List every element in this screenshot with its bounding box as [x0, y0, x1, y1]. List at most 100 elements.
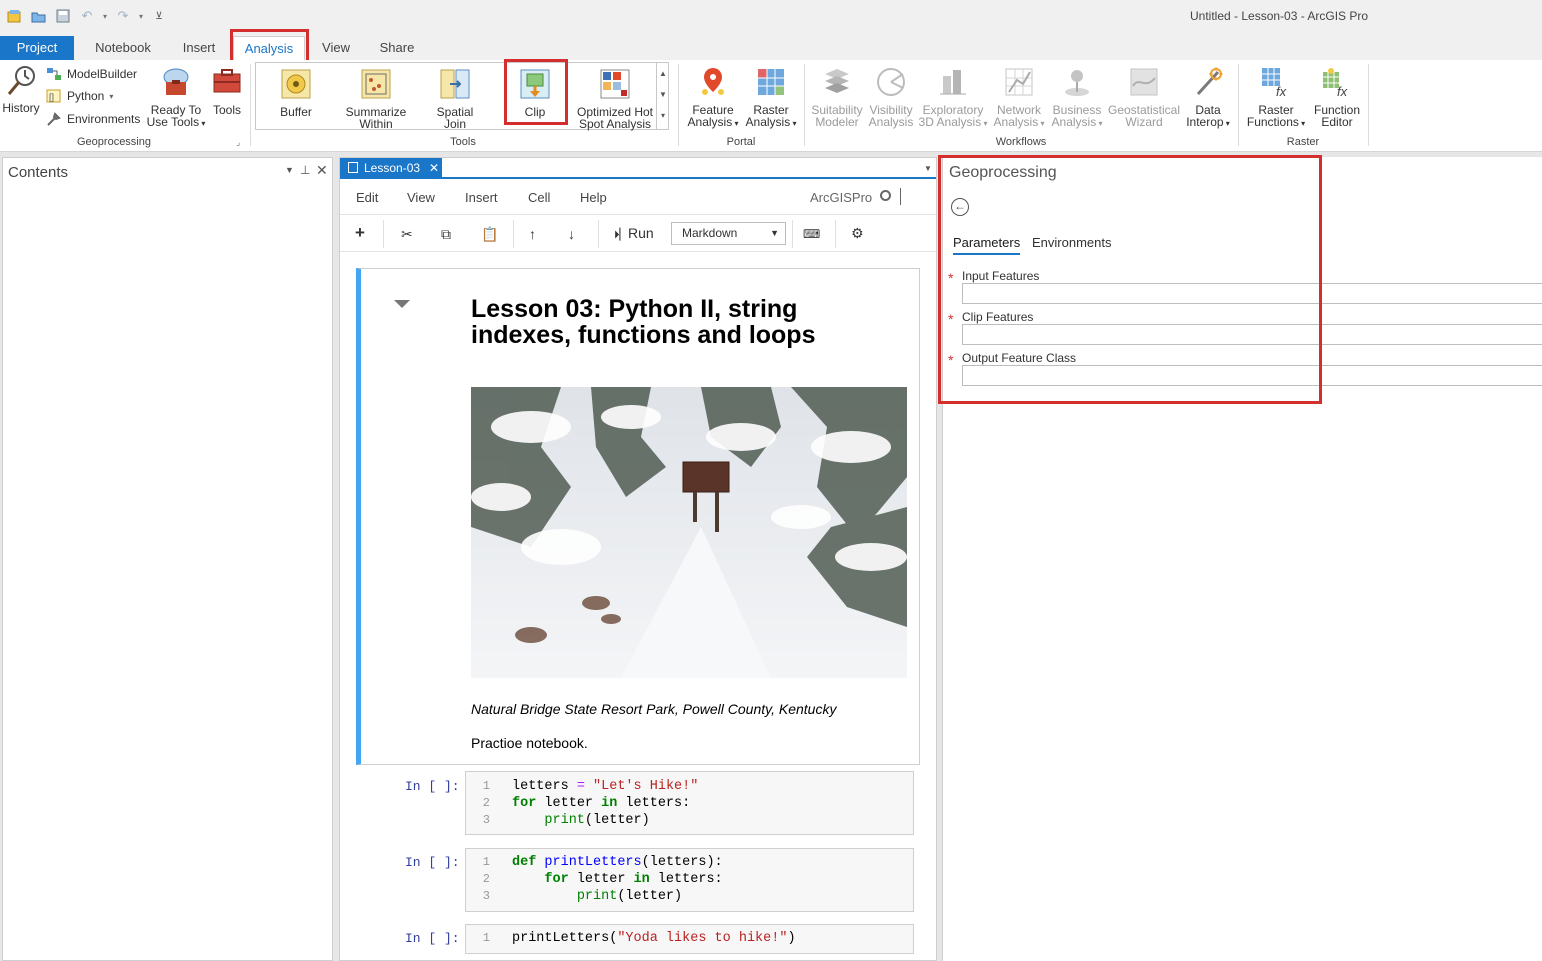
- raster-analysis-icon: [758, 69, 784, 95]
- geoprocessing-title: Geoprocessing: [949, 164, 1057, 181]
- chevron-down-icon: ▾: [981, 119, 988, 128]
- close-tab-icon[interactable]: ✕: [429, 161, 439, 175]
- network-analysis-button[interactable]: Network Analysis ▾: [990, 66, 1048, 130]
- clip-button[interactable]: Clip: [514, 68, 556, 118]
- paste-icon[interactable]: 📋: [481, 226, 498, 243]
- notebook-tab[interactable]: Lesson-03 ✕: [340, 158, 442, 178]
- close-icon[interactable]: ✕: [316, 162, 328, 179]
- practice-text: Practioe notebook.: [471, 735, 588, 751]
- ribbon-tab-bar: [0, 34, 1542, 60]
- tab-analysis[interactable]: Analysis: [233, 36, 305, 60]
- contents-title: Contents: [8, 164, 69, 181]
- tab-insert[interactable]: Insert: [170, 36, 228, 60]
- tab-parameters[interactable]: Parameters: [953, 235, 1021, 255]
- pin-icon[interactable]: ⊥: [300, 163, 310, 177]
- chevron-down-icon: ▾: [1038, 119, 1045, 128]
- new-project-icon[interactable]: [6, 8, 24, 24]
- function-editor-button[interactable]: fx Function Editor: [1310, 66, 1364, 128]
- cell-prompt: In [ ]:: [405, 855, 460, 870]
- settings-icon[interactable]: ⚙: [851, 225, 864, 242]
- toolbar-separator: [598, 220, 599, 248]
- collapse-icon[interactable]: [394, 300, 410, 308]
- chevron-down-icon: ▼: [770, 228, 779, 238]
- exploratory-3d-analysis-button[interactable]: Exploratory 3D Analysis ▾: [917, 66, 989, 130]
- python-button[interactable]: [] Python ▾: [46, 89, 113, 103]
- suitability-modeler-button[interactable]: Suitability Modeler: [808, 66, 866, 128]
- line-numbers: 123: [482, 779, 490, 827]
- menu-help[interactable]: Help: [580, 190, 607, 205]
- output-feature-class-field[interactable]: [962, 365, 1542, 386]
- group-label-geoprocessing: Geoprocessing: [77, 136, 151, 148]
- move-up-icon[interactable]: ↑: [529, 226, 536, 242]
- visibility-analysis-button[interactable]: Visibility Analysis: [866, 66, 916, 128]
- tab-share[interactable]: Share: [372, 36, 422, 60]
- toolbar-separator: [513, 220, 514, 248]
- ready-to-use-tools-button[interactable]: Ready To Use Tools ▾: [145, 66, 207, 130]
- menu-insert[interactable]: Insert: [465, 190, 498, 205]
- chevron-down-icon[interactable]: ▾: [138, 8, 144, 24]
- copy-icon[interactable]: ⧉: [441, 226, 451, 243]
- feature-analysis-button[interactable]: Feature Analysis ▾: [686, 66, 740, 130]
- contents-pane: [2, 157, 333, 961]
- optimized-hot-spot-button[interactable]: Optimized Hot Spot Analysis: [574, 68, 656, 130]
- gallery-scroll[interactable]: ▲ ▼ ▾: [656, 63, 669, 129]
- chevron-down-icon: ▾: [1223, 119, 1230, 128]
- save-icon[interactable]: [54, 8, 72, 24]
- menu-cell[interactable]: Cell: [528, 190, 550, 205]
- ready-to-use-tools-icon: [163, 68, 189, 95]
- customize-qat-icon[interactable]: ⊻: [150, 8, 168, 24]
- tab-project[interactable]: Project: [0, 36, 74, 60]
- raster-functions-icon: fx: [1262, 68, 1287, 99]
- undo-icon[interactable]: ↶: [78, 8, 96, 24]
- redo-icon[interactable]: ↷: [114, 8, 132, 24]
- input-features-field[interactable]: [962, 283, 1542, 304]
- tab-notebook[interactable]: Notebook: [86, 36, 160, 60]
- quick-access-toolbar: ↶ ▾ ↷ ▾ ⊻: [6, 8, 168, 24]
- move-down-icon[interactable]: ↓: [568, 226, 575, 242]
- scroll-down-icon[interactable]: ▼: [657, 84, 669, 105]
- data-interop-button[interactable]: Data Interop ▾: [1184, 66, 1232, 130]
- clip-icon: [520, 69, 550, 99]
- dialog-launcher-icon[interactable]: ⌟: [236, 137, 240, 148]
- cut-icon[interactable]: ✂: [401, 226, 413, 243]
- pane-options-icon[interactable]: ▼: [285, 165, 294, 175]
- business-analysis-button[interactable]: Business Analysis ▾: [1049, 66, 1105, 130]
- environments-button[interactable]: Environments: [46, 112, 140, 126]
- markdown-heading: Lesson 03: Python II, string indexes, fu…: [471, 295, 816, 349]
- keyboard-icon[interactable]: ⌨: [803, 227, 820, 241]
- menu-view[interactable]: View: [407, 190, 435, 205]
- history-button[interactable]: History: [2, 64, 40, 114]
- tab-view[interactable]: View: [314, 36, 358, 60]
- raster-functions-button[interactable]: fx Raster Functions ▾: [1242, 66, 1310, 130]
- function-editor-icon: fx: [1323, 68, 1348, 99]
- geostatistical-wizard-button[interactable]: Geostatistical Wizard: [1106, 66, 1182, 128]
- open-project-icon[interactable]: [30, 8, 48, 24]
- chevron-down-icon: ▾: [1096, 119, 1103, 128]
- cell-prompt: In [ ]:: [405, 931, 460, 946]
- chevron-down-icon[interactable]: ▾: [102, 8, 108, 24]
- run-button[interactable]: ⏵▏Run: [614, 225, 654, 242]
- gallery-expand-icon[interactable]: ▾: [657, 105, 669, 126]
- svg-text:fx: fx: [1337, 84, 1348, 98]
- spatial-join-button[interactable]: Spatial Join: [428, 68, 482, 130]
- tools-button[interactable]: Tools: [208, 66, 246, 116]
- ribbon-separator: [250, 64, 251, 146]
- tab-environments[interactable]: Environments: [1032, 235, 1111, 250]
- modelbuilder-button[interactable]: ModelBuilder: [46, 67, 137, 81]
- summarize-within-button[interactable]: Summarize Within: [342, 68, 410, 130]
- chevron-down-icon: ▾: [790, 119, 797, 128]
- cell-type-select[interactable]: Markdown ▼: [671, 222, 786, 245]
- raster-analysis-button[interactable]: Raster Analysis ▾: [744, 66, 798, 130]
- tab-list-icon[interactable]: ▼: [924, 164, 932, 173]
- scroll-up-icon[interactable]: ▲: [657, 63, 669, 84]
- kernel-status-icon: [880, 190, 891, 201]
- notebook-icon: [348, 162, 358, 173]
- geostatistical-wizard-icon: [1130, 68, 1158, 96]
- insert-cell-icon[interactable]: +: [355, 223, 365, 243]
- buffer-button[interactable]: Buffer: [268, 68, 324, 118]
- clip-features-field[interactable]: [962, 324, 1542, 345]
- code-text: def printLetters(letters): for letter in…: [512, 855, 723, 904]
- menu-edit[interactable]: Edit: [356, 190, 378, 205]
- back-icon[interactable]: ←: [951, 198, 969, 216]
- group-label-portal: Portal: [726, 136, 756, 148]
